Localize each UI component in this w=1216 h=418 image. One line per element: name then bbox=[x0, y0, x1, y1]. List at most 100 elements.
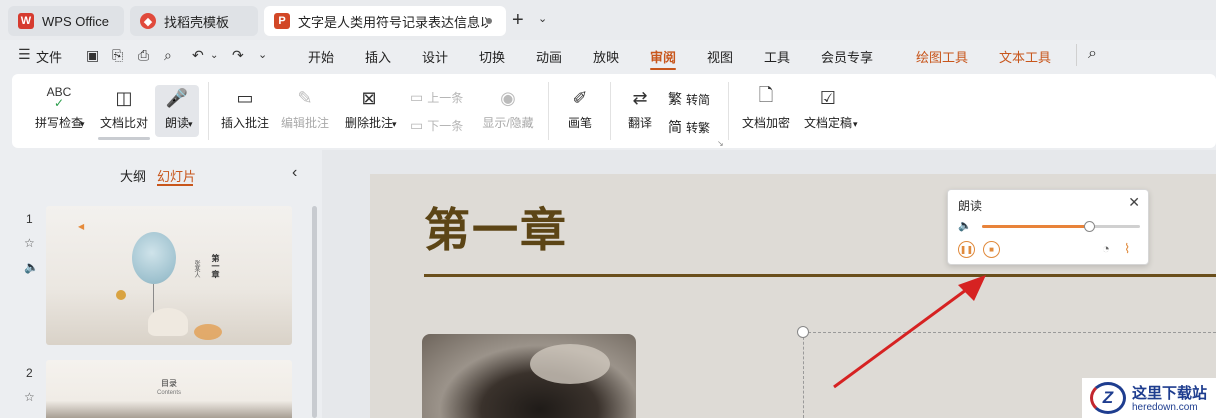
volume-slider-knob[interactable] bbox=[1084, 221, 1096, 232]
volume-slider[interactable] bbox=[982, 221, 1140, 232]
pause-button[interactable]: ❚❚ bbox=[958, 241, 975, 258]
butterfly-illustration bbox=[116, 290, 126, 300]
menu-member[interactable]: 会员专享 bbox=[821, 47, 873, 66]
volume-slider-fill bbox=[982, 225, 1090, 228]
print-preview-icon[interactable]: ⌕ bbox=[164, 47, 172, 64]
annotation-arrow bbox=[833, 275, 986, 389]
simplified-icon: 繁 bbox=[668, 91, 682, 107]
photo-flower bbox=[530, 344, 610, 384]
finalize-button[interactable]: ☑ 文档定稿 bbox=[800, 84, 856, 131]
speed-icon[interactable]: ◔ bbox=[1102, 241, 1110, 256]
close-icon[interactable]: ✕ bbox=[1128, 194, 1140, 211]
tab-current-document[interactable]: P 文字是人类用符号记录表达信息以 bbox=[264, 6, 506, 36]
menu-transition[interactable]: 切换 bbox=[479, 47, 505, 66]
menu-view[interactable]: 视图 bbox=[707, 47, 733, 66]
menu-animation[interactable]: 动画 bbox=[536, 47, 562, 66]
pause-icon: ❚❚ bbox=[959, 245, 974, 254]
more-chevron-icon[interactable]: ⌄ bbox=[258, 48, 267, 61]
slide-number: 1 bbox=[26, 212, 33, 226]
finalize-icon: ☑ bbox=[819, 87, 837, 108]
menu-text-tools[interactable]: 文本工具 bbox=[999, 47, 1051, 66]
group-expand-icon[interactable]: ↘ bbox=[717, 139, 724, 148]
next-comment-button[interactable]: ▭ 下一条 bbox=[410, 117, 463, 134]
voice-wave-icon[interactable]: ⌇ bbox=[1124, 241, 1130, 257]
undo-icon[interactable]: ↶ bbox=[192, 47, 204, 64]
delete-comment-chevron-icon[interactable]: ▾ bbox=[392, 119, 397, 130]
thumb1-subtitle: 张某人 bbox=[193, 260, 199, 278]
menu-drawing-tools[interactable]: 绘图工具 bbox=[916, 47, 968, 66]
translate-button[interactable]: ⇄ 翻译 bbox=[622, 84, 658, 131]
file-menu[interactable]: 文件 bbox=[36, 47, 62, 66]
finalize-chevron-icon[interactable]: ▾ bbox=[853, 119, 858, 130]
wps-logo-icon: W bbox=[18, 13, 34, 29]
to-simplified-button[interactable]: 繁转简 bbox=[668, 89, 710, 109]
menu-slideshow[interactable]: 放映 bbox=[593, 47, 619, 66]
spellcheck-chevron-icon[interactable]: ▾ bbox=[80, 119, 85, 130]
menu-start[interactable]: 开始 bbox=[308, 47, 334, 66]
delete-comment-button[interactable]: ⊠ 删除批注 bbox=[338, 84, 400, 131]
star-icon[interactable]: ☆ bbox=[24, 390, 35, 404]
prev-comment-button[interactable]: ▭ 上一条 bbox=[410, 89, 463, 106]
pen-button[interactable]: ✐ 画笔 bbox=[560, 84, 600, 131]
menu-divider bbox=[1076, 44, 1077, 66]
tab-docer-templates[interactable]: ◆ 找稻壳模板 bbox=[130, 6, 258, 36]
site-watermark: Z 这里下载站 heredown.com bbox=[1082, 378, 1216, 418]
rabbit-illustration bbox=[148, 308, 188, 336]
search-icon[interactable]: ⌕ bbox=[1088, 45, 1097, 63]
menu-tools[interactable]: 工具 bbox=[764, 47, 790, 66]
portrait-photo[interactable] bbox=[422, 334, 636, 418]
prev-icon: ▭ bbox=[410, 89, 424, 105]
redo-icon[interactable]: ↷ bbox=[232, 47, 244, 64]
encrypt-icon: 🗋 bbox=[758, 85, 774, 105]
tab-wps-office[interactable]: W WPS Office bbox=[8, 6, 124, 36]
slide-thumbnail-2[interactable]: 目录 Contents bbox=[46, 360, 292, 418]
traditional-icon: 简 bbox=[668, 119, 682, 135]
print-icon[interactable]: ⎙ bbox=[138, 47, 149, 64]
thumb1-arrow-icon: ◀ bbox=[78, 222, 85, 231]
encrypt-button[interactable]: 🗋 文档加密 bbox=[738, 84, 794, 131]
star-icon[interactable]: ☆ bbox=[24, 236, 35, 250]
menu-insert[interactable]: 插入 bbox=[365, 47, 391, 66]
thumb1-title: 第一章 bbox=[211, 254, 220, 278]
outline-tab[interactable]: 大纲 bbox=[120, 166, 146, 185]
edit-comment-button[interactable]: ✎ 编辑批注 bbox=[278, 84, 332, 131]
show-hide-button[interactable]: ◉ 显示/隐藏 bbox=[478, 84, 538, 131]
ribbon-divider bbox=[610, 82, 611, 140]
chevron-down-icon[interactable]: ⌄ bbox=[538, 12, 547, 25]
hamburger-menu-icon[interactable]: ☰ bbox=[18, 46, 31, 63]
new-tab-button[interactable]: + bbox=[512, 10, 524, 30]
translate-icon: ⇄ bbox=[632, 87, 648, 108]
balloon-illustration bbox=[132, 232, 176, 284]
pen-icon: ✐ bbox=[572, 87, 588, 108]
stop-button[interactable]: ■ bbox=[983, 241, 1000, 258]
menu-review[interactable]: 审阅 bbox=[650, 47, 676, 66]
insert-comment-button[interactable]: ▭ 插入批注 bbox=[218, 84, 272, 131]
active-tab-indicator bbox=[650, 68, 676, 70]
audio-icon[interactable]: 🔈 bbox=[24, 260, 39, 274]
delete-comment-icon: ⊠ bbox=[361, 87, 377, 108]
unsaved-dot-icon[interactable] bbox=[486, 18, 492, 24]
slide-thumbnail-1[interactable]: 第一章 张某人 ◀ bbox=[46, 206, 292, 345]
menu-design[interactable]: 设计 bbox=[422, 47, 448, 66]
compare-underline bbox=[98, 137, 150, 140]
save-icon[interactable]: ▣ bbox=[86, 47, 99, 64]
readaloud-icon: 🎤 bbox=[165, 87, 189, 108]
slides-tab[interactable]: 幻灯片 bbox=[157, 166, 196, 185]
collapse-pane-icon[interactable]: ‹ bbox=[292, 164, 297, 182]
ribbon-divider bbox=[728, 82, 729, 140]
readaloud-panel: 朗读 ✕ 🔈 ❚❚ ■ ◔ ⌇ bbox=[947, 189, 1149, 265]
watermark-logo: Z bbox=[1090, 382, 1126, 414]
export-icon[interactable]: ⎘ bbox=[112, 47, 123, 64]
compare-button[interactable]: ◫ 文档比对 bbox=[96, 84, 152, 131]
spellcheck-icon: ABC ✓ bbox=[46, 85, 72, 110]
thumb2-subtitle: Contents bbox=[156, 390, 181, 396]
ribbon-divider bbox=[208, 82, 209, 140]
readaloud-chevron-icon[interactable]: ▾ bbox=[188, 119, 193, 130]
resize-handle[interactable] bbox=[797, 326, 809, 338]
to-traditional-button[interactable]: 简转繁 bbox=[668, 117, 710, 137]
docer-icon: ◆ bbox=[140, 13, 156, 29]
slides-scrollbar[interactable] bbox=[312, 206, 317, 418]
slide-title[interactable]: 第一章 bbox=[424, 194, 568, 260]
undo-chevron-icon[interactable]: ⌄ bbox=[210, 50, 218, 61]
show-hide-icon: ◉ bbox=[500, 87, 516, 108]
